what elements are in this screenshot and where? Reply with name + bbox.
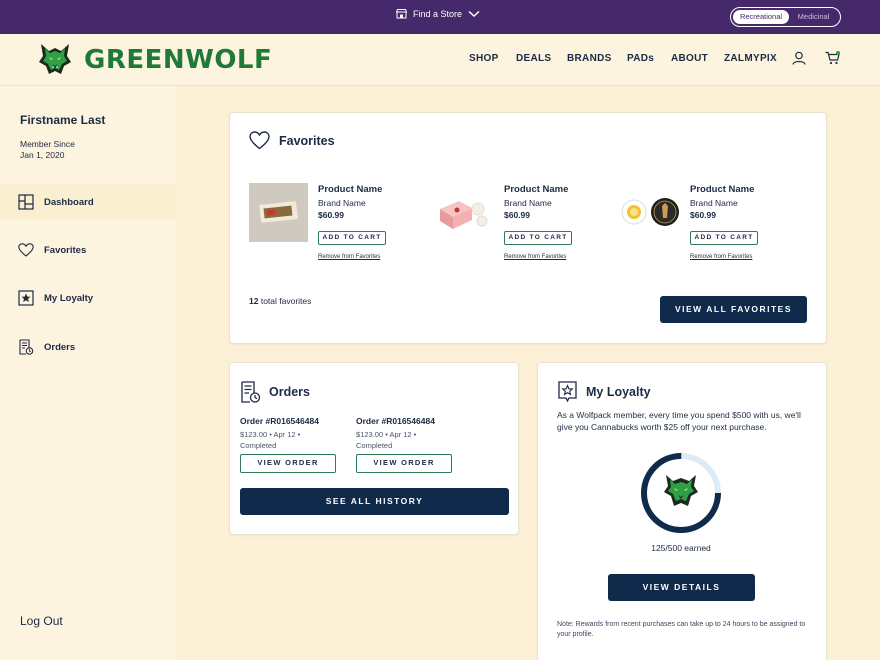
view-order-button[interactable]: VIEW ORDER xyxy=(356,454,452,473)
loyalty-description: As a Wolfpack member, every time you spe… xyxy=(557,410,801,432)
dashboard-icon xyxy=(18,194,34,210)
star-badge-icon xyxy=(557,381,578,407)
store-icon xyxy=(396,9,407,19)
site-header: GREENWOLF SHOP DEALS BRANDS PADs ABOUT Z… xyxy=(0,34,880,86)
order-status: Completed xyxy=(356,441,393,450)
sidebar-item-label: Orders xyxy=(44,341,76,353)
order-summary: $123.00 • Apr 12 • xyxy=(356,430,417,439)
order-summary: $123.00 • Apr 12 • xyxy=(240,430,301,439)
loyalty-title: My Loyalty xyxy=(586,385,651,399)
total-favorites: 12 total favorites xyxy=(249,296,311,306)
logout-link[interactable]: Log Out xyxy=(20,614,63,628)
member-since-date: Jan 1, 2020 xyxy=(20,150,65,160)
order-number[interactable]: Order #R016546484 xyxy=(240,416,319,426)
product-price: $60.99 xyxy=(504,210,530,220)
top-bar: Find a Store Recreational Medicinal xyxy=(0,0,880,34)
loyalty-progress-ring xyxy=(640,452,722,539)
remove-favorite-link[interactable]: Remove from Favorites xyxy=(690,254,752,260)
sidebar-item-label: Favorites xyxy=(44,244,87,256)
view-order-button[interactable]: VIEW ORDER xyxy=(240,454,336,473)
sidebar-item-label: My Loyalty xyxy=(44,292,94,304)
remove-favorite-link[interactable]: Remove from Favorites xyxy=(504,254,566,260)
user-name: Firstname Last xyxy=(20,113,106,127)
order-number[interactable]: Order #R016546484 xyxy=(356,416,435,426)
sidebar-item-dashboard[interactable]: Dashboard xyxy=(0,184,176,220)
product-name[interactable]: Product Name xyxy=(504,184,568,195)
star-badge-icon xyxy=(18,290,34,306)
view-details-button[interactable]: VIEW DETAILS xyxy=(608,574,755,601)
brand-wordmark[interactable]: GREENWOLF xyxy=(84,45,272,75)
toggle-recreational[interactable]: Recreational xyxy=(733,10,789,24)
view-all-favorites-button[interactable]: VIEW ALL FAVORITES xyxy=(660,296,807,323)
add-to-cart-button[interactable]: ADD TO CART xyxy=(504,231,572,245)
receipt-icon xyxy=(19,339,34,355)
sidebar-item-favorites[interactable]: Favorites xyxy=(0,232,176,268)
product-name[interactable]: Product Name xyxy=(318,184,382,195)
sidebar-item-label: Dashboard xyxy=(44,196,94,208)
cart-icon[interactable] xyxy=(825,51,841,70)
favorites-title: Favorites xyxy=(279,134,335,148)
member-since-label: Member Since xyxy=(20,139,75,149)
order-meta: $123.00 • Apr 12 • Completed xyxy=(240,429,300,451)
orders-title: Orders xyxy=(269,385,310,399)
brand-name: Brand Name xyxy=(690,198,738,208)
brand-name: Brand Name xyxy=(504,198,552,208)
product-image[interactable] xyxy=(435,183,494,242)
store-type-toggle[interactable]: Recreational Medicinal xyxy=(730,7,841,27)
heart-icon xyxy=(18,243,34,257)
receipt-icon xyxy=(239,381,261,408)
nav-pads[interactable]: PADs xyxy=(627,53,654,64)
sidebar xyxy=(0,86,176,660)
product-image[interactable] xyxy=(249,183,308,242)
add-to-cart-button[interactable]: ADD TO CART xyxy=(690,231,758,245)
remove-favorite-link[interactable]: Remove from Favorites xyxy=(318,254,380,260)
product-price: $60.99 xyxy=(318,210,344,220)
product-price: $60.99 xyxy=(690,210,716,220)
nav-brands[interactable]: BRANDS xyxy=(567,53,612,64)
user-icon[interactable] xyxy=(792,51,806,70)
add-to-cart-button[interactable]: ADD TO CART xyxy=(318,231,386,245)
nav-about[interactable]: ABOUT xyxy=(671,53,708,64)
total-favorites-count: 12 xyxy=(249,296,259,306)
loyalty-note: Note: Rewards from recent purchases can … xyxy=(557,621,806,638)
product-name[interactable]: Product Name xyxy=(690,184,754,195)
nav-shop[interactable]: SHOP xyxy=(469,53,499,64)
see-all-history-button[interactable]: SEE ALL HISTORY xyxy=(240,488,509,515)
chevron-down-icon xyxy=(468,10,480,18)
loyalty-earned: 125/500 earned xyxy=(651,543,711,553)
sidebar-item-orders[interactable]: Orders xyxy=(0,329,176,365)
find-store-label: Find a Store xyxy=(413,9,463,19)
brand-name: Brand Name xyxy=(318,198,366,208)
order-meta: $123.00 • Apr 12 • Completed xyxy=(356,429,416,451)
total-favorites-suffix: total favorites xyxy=(260,296,312,306)
product-image[interactable] xyxy=(620,183,679,242)
order-status: Completed xyxy=(240,441,277,450)
sidebar-item-loyalty[interactable]: My Loyalty xyxy=(0,280,176,316)
nav-deals[interactable]: DEALS xyxy=(516,53,551,64)
find-store-button[interactable]: Find a Store xyxy=(396,9,480,19)
heart-icon xyxy=(249,131,270,155)
toggle-medicinal[interactable]: Medicinal xyxy=(789,10,838,24)
nav-zalmypix[interactable]: ZALMYPIX xyxy=(724,53,777,64)
member-since: Member Since Jan 1, 2020 xyxy=(20,139,120,161)
wolf-logo-icon[interactable] xyxy=(38,42,72,81)
